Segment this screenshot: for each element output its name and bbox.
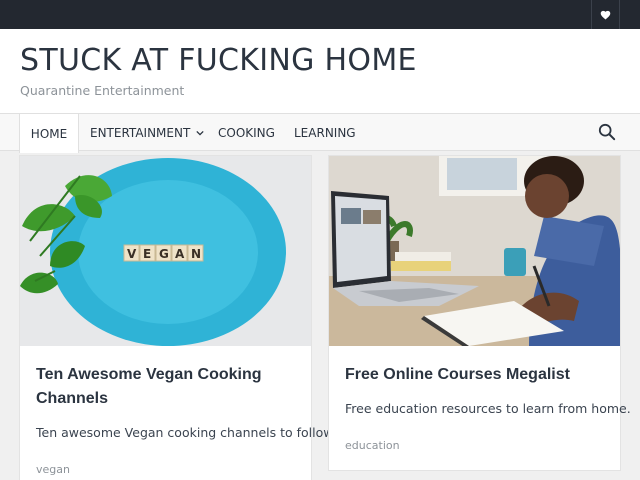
favorites-button[interactable] [591, 0, 620, 29]
chevron-down-icon [196, 130, 204, 136]
heart-icon [600, 10, 611, 20]
site-tagline: Quarantine Entertainment [20, 83, 185, 98]
post-thumbnail-vegan[interactable]: V E G A N [20, 156, 311, 346]
main-navigation: HOME ENTERTAINMENT COOKING LEARNING [0, 113, 640, 153]
post-title[interactable]: Free Online Courses Megalist [345, 363, 570, 387]
search-icon[interactable] [598, 123, 616, 141]
nav-item-label: LEARNING [294, 126, 356, 140]
top-bar [0, 0, 640, 29]
nav-item-home[interactable]: HOME [19, 114, 79, 153]
svg-text:G: G [159, 247, 169, 261]
svg-text:N: N [191, 247, 201, 261]
nav-item-label: COOKING [218, 126, 275, 140]
vegan-plate-image: V E G A N [20, 156, 311, 346]
post-card-vegan[interactable]: V E G A N Ten Awesome Vegan Cooking Chan… [19, 155, 336, 480]
post-card-courses[interactable]: Free Online Courses Megalist Free educat… [328, 155, 631, 471]
tile-letter: V [127, 247, 137, 261]
post-excerpt: Free education resources to learn from h… [345, 401, 631, 416]
nav-item-label: HOME [30, 126, 68, 141]
nav-item-entertainment[interactable]: ENTERTAINMENT [90, 114, 204, 152]
site-title[interactable]: STUCK AT FUCKING HOME [20, 43, 417, 78]
nav-item-cooking[interactable]: COOKING [218, 114, 275, 152]
svg-text:A: A [175, 247, 185, 261]
post-title-line[interactable]: Ten Awesome Vegan Cooking [36, 363, 262, 387]
post-tag-link[interactable]: vegan [36, 463, 70, 476]
nav-item-label: ENTERTAINMENT [90, 126, 191, 140]
svg-text:E: E [143, 247, 151, 261]
post-thumbnail-courses[interactable] [329, 156, 620, 346]
post-title-line[interactable]: Channels [36, 387, 262, 411]
site-header: STUCK AT FUCKING HOME Quarantine Enterta… [0, 29, 640, 113]
nav-item-learning[interactable]: LEARNING [294, 114, 356, 152]
post-excerpt: Ten awesome Vegan cooking channels to fo… [36, 425, 337, 440]
student-laptop-image [329, 156, 620, 346]
post-title[interactable]: Ten Awesome Vegan Cooking Channels [36, 363, 262, 411]
post-tag-link[interactable]: education [345, 439, 400, 452]
